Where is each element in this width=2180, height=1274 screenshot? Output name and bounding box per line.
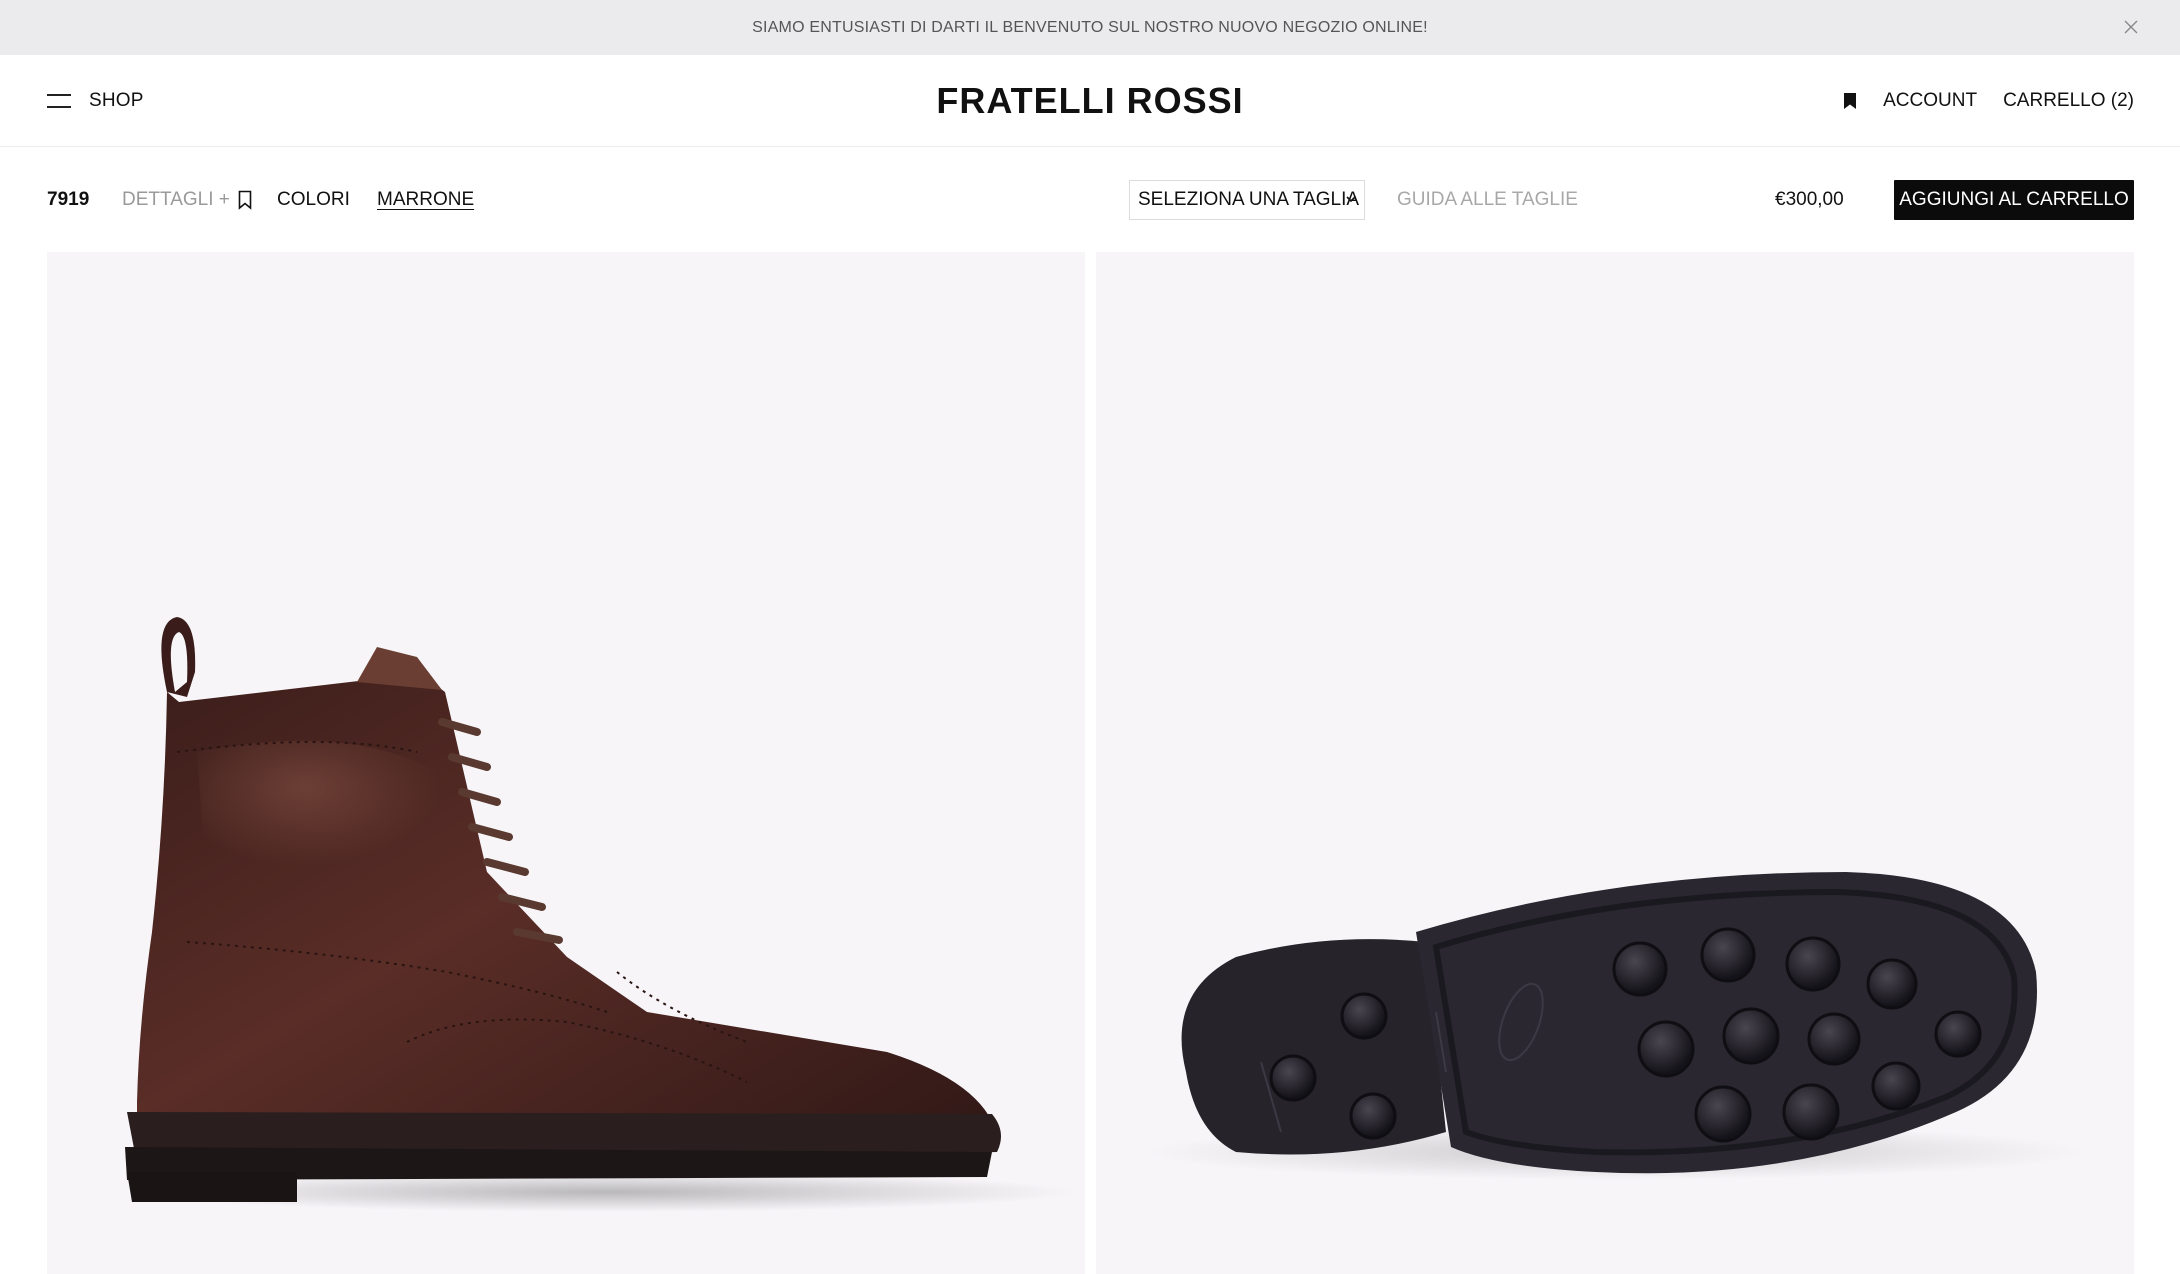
boot-side-image (125, 617, 1077, 1212)
size-guide-link[interactable]: GUIDA ALLE TAGLIE (1397, 178, 1578, 222)
announcement-text: SIAMO ENTUSIASTI DI DARTI IL BENVENUTO S… (752, 18, 1428, 36)
selected-color-link[interactable]: MARRONE (377, 178, 474, 222)
cart-link[interactable]: CARRELLO (2) (2003, 90, 2134, 112)
close-icon[interactable] (2122, 18, 2140, 36)
colors-button[interactable]: COLORI (277, 178, 350, 222)
hamburger-icon (47, 94, 71, 108)
size-select[interactable]: SELEZIONA UNA TAGLIA (1129, 180, 1365, 220)
add-to-cart-button[interactable]: AGGIUNGI AL CARRELLO (1894, 180, 2134, 220)
shop-menu-button[interactable]: SHOP (47, 55, 144, 147)
details-button[interactable]: DETTAGLI + (122, 178, 252, 222)
chevron-down-icon (1346, 196, 1356, 203)
product-gallery (47, 252, 2134, 1274)
account-link[interactable]: ACCOUNT (1883, 90, 1977, 112)
bookmark-icon[interactable] (1843, 92, 1857, 110)
brand-logo[interactable]: FRATELLI ROSSI (936, 80, 1243, 122)
site-header: SHOP FRATELLI ROSSI ACCOUNT CARRELLO (2) (0, 55, 2180, 147)
gallery-image-boot-sole[interactable] (1096, 252, 2134, 1274)
product-code: 7919 (47, 189, 90, 210)
product-toolbar: 7919 DETTAGLI + COLORI MARRONE SELEZIONA… (47, 178, 2134, 222)
product-price: €300,00 (1775, 189, 1844, 210)
shop-menu-label: SHOP (89, 90, 144, 111)
announcement-bar: SIAMO ENTUSIASTI DI DARTI IL BENVENUTO S… (0, 0, 2180, 55)
boot-sole-image (1146, 872, 2086, 1180)
details-label: DETTAGLI + (122, 189, 230, 210)
size-select-value: SELEZIONA UNA TAGLIA (1138, 189, 1360, 210)
bookmark-outline-icon (238, 190, 252, 210)
gallery-image-boot-side[interactable] (47, 252, 1085, 1274)
